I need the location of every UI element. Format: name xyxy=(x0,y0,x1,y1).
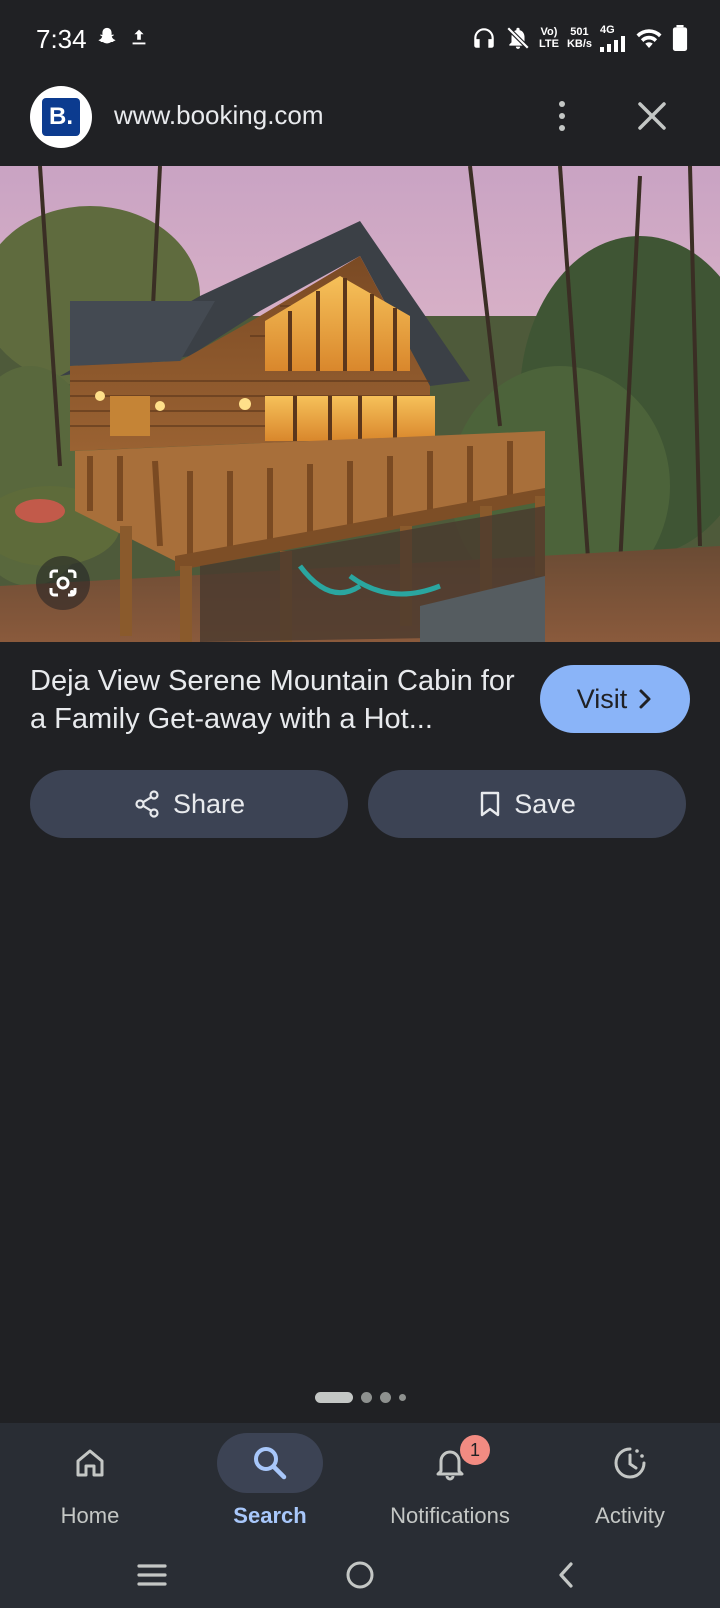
hero-image[interactable] xyxy=(0,166,720,642)
wifi-icon xyxy=(636,29,662,48)
cabin-photo xyxy=(0,166,720,642)
status-bar: 7:34 Vo) LTE 501 KB/s 4G xyxy=(0,0,720,80)
status-left-icons xyxy=(96,26,150,48)
notification-badge: 1 xyxy=(460,1435,490,1465)
page-indicator xyxy=(0,1392,720,1403)
site-url[interactable]: www.booking.com xyxy=(114,100,324,131)
more-dot-icon xyxy=(559,101,565,107)
result-title: Deja View Serene Mountain Cabin for a Fa… xyxy=(30,665,515,735)
mute-icon xyxy=(506,26,530,50)
nav-search-icon-wrap xyxy=(217,1433,323,1493)
nav-notifications[interactable]: 1 Notifications xyxy=(360,1423,540,1543)
nav-activity[interactable]: Activity xyxy=(540,1423,720,1543)
headphones-icon xyxy=(474,28,494,48)
snapchat-icon xyxy=(98,27,116,44)
more-dot-icon xyxy=(559,125,565,131)
back-button[interactable] xyxy=(536,1553,596,1597)
save-button[interactable]: Save xyxy=(368,770,686,838)
speed-indicator: 501 KB/s xyxy=(566,26,592,50)
nav-home-icon-wrap xyxy=(37,1433,143,1493)
page-dot[interactable] xyxy=(379,1392,391,1403)
cell-indicator: 4G xyxy=(600,24,626,52)
menu-icon xyxy=(137,1564,167,1586)
nav-search-label: Search xyxy=(233,1503,307,1528)
battery-icon xyxy=(672,25,688,51)
nav-activity-icon-wrap xyxy=(577,1433,683,1493)
system-navigation xyxy=(0,1543,720,1608)
share-button[interactable]: Share xyxy=(30,770,348,838)
bottom-navigation: Home Search 1 Notifications Activity xyxy=(0,1423,720,1543)
google-lens-button[interactable] xyxy=(36,556,90,610)
share-icon xyxy=(135,790,159,818)
share-label: Share xyxy=(172,788,246,819)
home-icon xyxy=(76,1449,104,1477)
screen: 7:34 Vo) LTE 501 KB/s 4G B. www.booking.… xyxy=(0,0,720,1608)
bookmark-icon xyxy=(481,791,500,817)
nav-activity-label: Activity xyxy=(595,1503,665,1528)
search-icon xyxy=(254,1447,287,1480)
recents-button[interactable] xyxy=(122,1553,182,1597)
activity-icon xyxy=(614,1447,646,1479)
lens-icon xyxy=(49,569,77,597)
visit-button[interactable]: Visit xyxy=(540,665,690,733)
chevron-right-icon xyxy=(639,689,651,709)
page-dot[interactable] xyxy=(398,1394,406,1401)
close-icon[interactable] xyxy=(632,96,672,136)
save-label: Save xyxy=(514,788,576,819)
upload-icon xyxy=(132,29,146,45)
more-options-button[interactable] xyxy=(544,96,580,136)
nav-home[interactable]: Home xyxy=(0,1423,180,1543)
status-right-icons: Vo) LTE 501 KB/s 4G xyxy=(471,24,688,52)
circle-home-icon xyxy=(346,1561,374,1589)
more-dot-icon xyxy=(559,113,565,119)
page-dot[interactable] xyxy=(360,1392,372,1403)
back-chevron-icon xyxy=(559,1562,573,1588)
booking-logo-icon: B. xyxy=(42,98,80,136)
status-time: 7:34 xyxy=(36,24,87,54)
visit-label: Visit xyxy=(576,683,628,714)
site-logo[interactable]: B. xyxy=(30,86,92,148)
home-system-button[interactable] xyxy=(330,1553,390,1597)
nav-notifications-label: Notifications xyxy=(390,1503,510,1528)
nav-search[interactable]: Search xyxy=(180,1423,360,1543)
browser-header: B. www.booking.com xyxy=(0,80,720,166)
signal-icon xyxy=(600,36,625,52)
nav-home-label: Home xyxy=(60,1503,120,1528)
page-dot-active[interactable] xyxy=(314,1392,353,1403)
volte-indicator: Vo) LTE xyxy=(538,26,559,50)
